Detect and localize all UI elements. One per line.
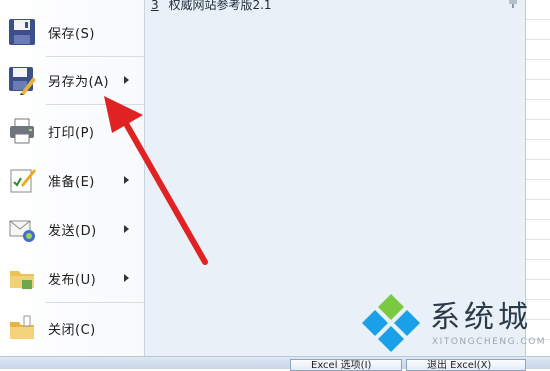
menu-item-publish[interactable]: 发布(U) (0, 258, 144, 298)
publish-icon (10, 271, 34, 289)
recent-document-item[interactable]: 3 权威网站参考版2.1 (151, 0, 272, 13)
send-icon (9, 220, 35, 242)
divider (46, 104, 144, 105)
exit-excel-label: 退出 Excel(X) (427, 360, 492, 371)
prepare-icon (10, 169, 36, 193)
menu-item-label: 准备(E) (48, 174, 95, 190)
exit-excel-button[interactable]: 退出 Excel(X) (406, 359, 526, 371)
menu-item-label: 关闭(C) (48, 322, 96, 338)
menu-item-label: 发送(D) (48, 223, 97, 239)
menu-item-label: 保存(S) (48, 26, 95, 42)
menu-item-label: 另存为(A) (48, 74, 110, 90)
menu-item-save[interactable]: 保存(S) (0, 12, 144, 52)
pin-icon[interactable] (507, 0, 519, 8)
submenu-arrow-icon (124, 76, 129, 84)
office-file-menu: 保存(S) 另存为(A) 打印(P) 准备(E) 发送(D) 发布(U) 关闭(… (0, 0, 145, 356)
watermark-logo: 系统城 XITONGCHENG.COM (358, 290, 548, 360)
menu-item-save-as[interactable]: 另存为(A) (0, 60, 144, 100)
watermark-diamond-icon (362, 294, 420, 352)
submenu-arrow-icon (124, 176, 129, 184)
submenu-arrow-icon (124, 225, 129, 233)
print-icon (10, 118, 34, 144)
excel-options-button[interactable]: Excel 选项(I) (290, 359, 402, 371)
save-icon (9, 19, 35, 45)
watermark-subtitle: XITONGCHENG.COM (432, 337, 547, 347)
recent-document-title: 权威网站参考版2.1 (168, 0, 272, 12)
menu-item-label: 打印(P) (48, 125, 95, 141)
divider (46, 302, 144, 303)
menu-item-prepare[interactable]: 准备(E) (0, 160, 144, 200)
folder-close-icon (10, 315, 34, 339)
menu-item-print[interactable]: 打印(P) (0, 111, 144, 151)
watermark-title: 系统城 (430, 300, 532, 335)
save-as-icon (9, 67, 36, 95)
divider (46, 56, 144, 57)
menu-item-send[interactable]: 发送(D) (0, 209, 144, 249)
excel-options-label: Excel 选项(I) (311, 360, 372, 371)
recent-document-number: 3 (151, 0, 159, 12)
menu-item-close[interactable]: 关闭(C) (0, 308, 144, 348)
submenu-arrow-icon (124, 274, 129, 282)
menu-item-label: 发布(U) (48, 272, 97, 288)
